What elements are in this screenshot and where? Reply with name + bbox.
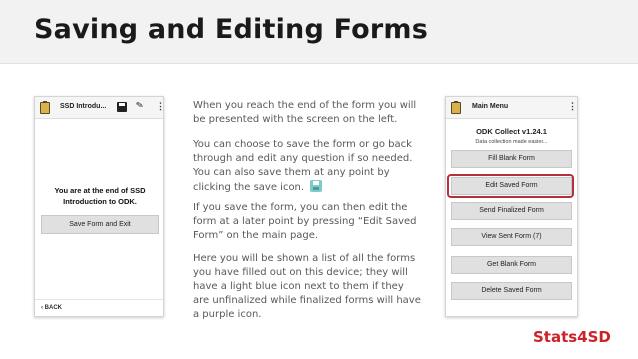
view-sent-form-button[interactable]: View Sent Form (7) [451, 228, 572, 246]
edit-icon[interactable]: ✎ [135, 99, 144, 111]
fill-blank-form-button[interactable]: Fill Blank Form [451, 150, 572, 168]
overflow-menu-icon[interactable]: ⋮ [568, 101, 577, 112]
save-form-and-exit-button[interactable]: Save Form and Exit [41, 215, 159, 234]
paragraph-list: Here you will be shown a list of all the… [193, 253, 421, 320]
overflow-menu-icon[interactable]: ⋮ [156, 101, 163, 112]
odk-version-label: ODK Collect v1.24.1 [476, 127, 547, 136]
floppy-disk-icon [310, 180, 323, 192]
left-phone-toolbar: SSD Introdu... ✎ ⋮ [35, 97, 163, 119]
bottom-divider [35, 299, 163, 300]
main-menu-phone-screenshot: Main Menu ⋮ ODK Collect v1.24.1 Data col… [445, 96, 578, 317]
delete-saved-form-button[interactable]: Delete Saved Form [451, 282, 572, 300]
end-of-form-message: You are at the end of SSD Introduction t… [54, 186, 146, 206]
get-blank-form-button[interactable]: Get Blank Form [451, 256, 572, 274]
clipboard-icon [451, 101, 461, 114]
title-bar: Saving and Editing Forms [0, 0, 638, 64]
edit-saved-form-highlight [447, 174, 574, 198]
clipboard-icon [40, 101, 50, 114]
main-menu-title: Main Menu [472, 103, 509, 110]
odk-tagline: Data collection made easier... [475, 139, 548, 145]
back-button[interactable]: ‹ BACK [41, 305, 62, 311]
paragraph-save-text: You can choose to save the form or go ba… [193, 139, 413, 193]
save-icon[interactable] [117, 102, 127, 112]
paragraph-save: You can choose to save the form or go ba… [193, 138, 423, 195]
slide-title: Saving and Editing Forms [34, 14, 428, 45]
end-of-form-phone-screenshot: SSD Introdu... ✎ ⋮ You are at the end of… [34, 96, 164, 317]
paragraph-intro: When you reach the end of the form you w… [193, 100, 417, 125]
left-phone-form-title: SSD Introdu... [60, 103, 107, 110]
send-finalized-form-button[interactable]: Send Finalized Form [451, 202, 572, 220]
right-phone-toolbar: Main Menu ⋮ [446, 97, 577, 119]
paragraph-edit: If you save the form, you can then edit … [193, 202, 417, 241]
stats4sd-logo: Stats4SD [533, 328, 611, 346]
